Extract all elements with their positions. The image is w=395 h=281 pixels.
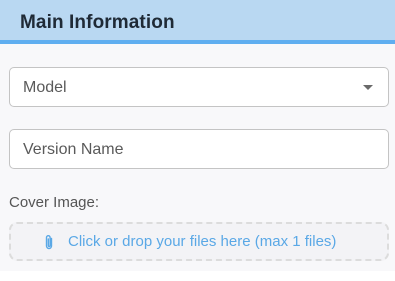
cover-image-label: Cover Image: xyxy=(9,194,100,211)
version-name-placeholder: Version Name xyxy=(23,141,124,158)
version-name-input[interactable]: Version Name xyxy=(9,129,389,169)
panel-header: Main Information xyxy=(0,0,395,44)
cover-image-dropzone[interactable]: Click or drop your files here (max 1 fil… xyxy=(9,222,389,261)
dropzone-text: Click or drop your files here (max 1 fil… xyxy=(68,233,337,250)
paperclip-icon xyxy=(45,235,53,250)
main-information-panel: Main Information Model Version Name Cove… xyxy=(0,0,395,271)
model-select-placeholder: Model xyxy=(23,79,67,96)
model-select[interactable]: Model xyxy=(9,67,389,107)
panel-title: Main Information xyxy=(20,12,175,33)
dropdown-caret-icon xyxy=(363,85,373,90)
